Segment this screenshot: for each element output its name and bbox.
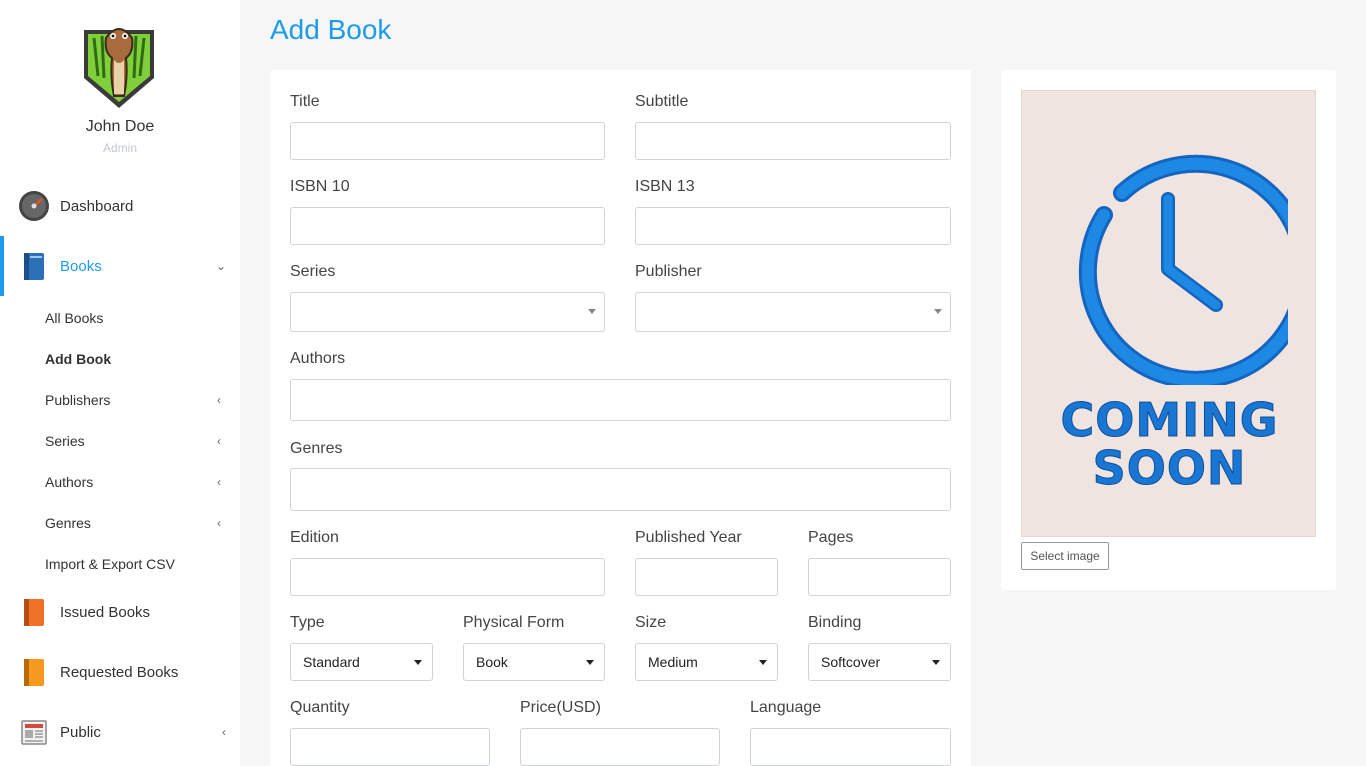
genres-input[interactable] <box>290 468 951 511</box>
title-label: Title <box>290 93 320 110</box>
caret-down-icon <box>588 309 596 314</box>
size-label: Size <box>635 614 667 631</box>
caret-down-icon <box>759 660 767 665</box>
isbn13-input[interactable] <box>635 207 951 245</box>
sub-publishers[interactable]: Publishers ‹ <box>45 390 235 410</box>
isbn13-label: ISBN 13 <box>635 178 695 195</box>
authors-input[interactable] <box>290 379 951 421</box>
caret-down-icon <box>414 660 422 665</box>
sub-series[interactable]: Series ‹ <box>45 431 235 451</box>
caret-down-icon <box>932 660 940 665</box>
published-year-input[interactable] <box>635 558 778 596</box>
sub-add-book[interactable]: Add Book <box>45 349 235 369</box>
language-input[interactable] <box>750 728 951 766</box>
nav-requested-books[interactable]: Requested Books <box>0 642 240 702</box>
type-label: Type <box>290 614 325 631</box>
physical-form-select[interactable]: Book <box>463 643 605 681</box>
binding-select[interactable]: Softcover <box>808 643 951 681</box>
user-avatar <box>84 28 154 108</box>
authors-label: Authors <box>290 350 346 367</box>
clock-icon <box>1078 154 1288 385</box>
sub-publishers-label: Publishers <box>45 392 111 408</box>
quantity-label: Quantity <box>290 699 350 716</box>
edition-label: Edition <box>290 529 339 546</box>
edition-input[interactable] <box>290 558 605 596</box>
physical-form-label: Physical Form <box>463 614 565 631</box>
nav-dashboard[interactable]: Dashboard <box>0 176 240 236</box>
series-select[interactable] <box>290 292 605 332</box>
subtitle-label: Subtitle <box>635 93 689 110</box>
chevron-left-icon: ‹ <box>217 393 221 407</box>
sub-authors-label: Authors <box>45 474 94 490</box>
chevron-left-icon: ‹ <box>217 475 221 489</box>
speedometer-icon <box>19 191 49 221</box>
cover-image-card: COMING SOON Select image <box>1001 70 1336 590</box>
sub-all-books[interactable]: All Books <box>45 308 235 328</box>
chevron-left-icon: ‹ <box>222 725 226 739</box>
cover-text-line1: COMING <box>1060 393 1279 448</box>
binding-value: Softcover <box>821 654 881 670</box>
book-form: Title Subtitle ISBN 10 ISBN 13 Series Pu… <box>270 70 971 766</box>
physical-form-value: Book <box>476 654 508 670</box>
chevron-left-icon: ‹ <box>217 516 221 530</box>
nav-issued-label: Issued Books <box>60 603 151 621</box>
chevron-left-icon: ‹ <box>217 434 221 448</box>
sub-import-export[interactable]: Import & Export CSV <box>45 554 235 574</box>
book-icon <box>24 599 44 626</box>
publisher-label: Publisher <box>635 263 702 280</box>
book-icon <box>24 659 44 686</box>
nav-dashboard-label: Dashboard <box>60 197 134 215</box>
title-input[interactable] <box>290 122 605 160</box>
nav-books-label: Books <box>60 257 102 275</box>
sub-authors[interactable]: Authors ‹ <box>45 472 235 492</box>
publisher-select[interactable] <box>635 292 951 332</box>
isbn10-label: ISBN 10 <box>290 178 350 195</box>
cover-preview: COMING SOON <box>1021 90 1316 537</box>
select-image-button[interactable]: Select image <box>1021 542 1109 570</box>
caret-down-icon <box>586 660 594 665</box>
binding-label: Binding <box>808 614 862 631</box>
genres-label: Genres <box>290 440 343 457</box>
page-title: Add Book <box>270 14 392 45</box>
price-label: Price(USD) <box>520 699 601 716</box>
size-value: Medium <box>648 654 698 670</box>
nav-public[interactable]: Public ‹ <box>0 702 240 762</box>
type-value: Standard <box>303 654 360 670</box>
sub-genres-label: Genres <box>45 515 91 531</box>
pages-label: Pages <box>808 529 854 546</box>
cover-text-line2: SOON <box>1092 441 1247 496</box>
sub-genres[interactable]: Genres ‹ <box>45 513 235 533</box>
user-name: John Doe <box>85 118 155 135</box>
book-icon <box>24 253 44 280</box>
language-label: Language <box>750 699 822 716</box>
type-select[interactable]: Standard <box>290 643 433 681</box>
pages-input[interactable] <box>808 558 951 596</box>
caret-down-icon <box>934 309 942 314</box>
nav-issued-books[interactable]: Issued Books <box>0 582 240 642</box>
sub-series-label: Series <box>45 433 85 449</box>
isbn10-input[interactable] <box>290 207 605 245</box>
price-input[interactable] <box>520 728 720 766</box>
quantity-input[interactable] <box>290 728 490 766</box>
size-select[interactable]: Medium <box>635 643 778 681</box>
nav-public-label: Public <box>60 723 101 741</box>
nav-requested-label: Requested Books <box>60 663 179 681</box>
nav-books[interactable]: Books ⌄ <box>0 236 240 296</box>
subtitle-input[interactable] <box>635 122 951 160</box>
chevron-down-icon: ⌄ <box>215 259 226 273</box>
newspaper-icon <box>21 720 47 745</box>
series-label: Series <box>290 263 336 280</box>
published-year-label: Published Year <box>635 529 742 546</box>
user-role: Admin <box>102 141 137 155</box>
sidebar: John Doe Admin Dashboard Books ⌄ All Boo… <box>0 0 240 766</box>
